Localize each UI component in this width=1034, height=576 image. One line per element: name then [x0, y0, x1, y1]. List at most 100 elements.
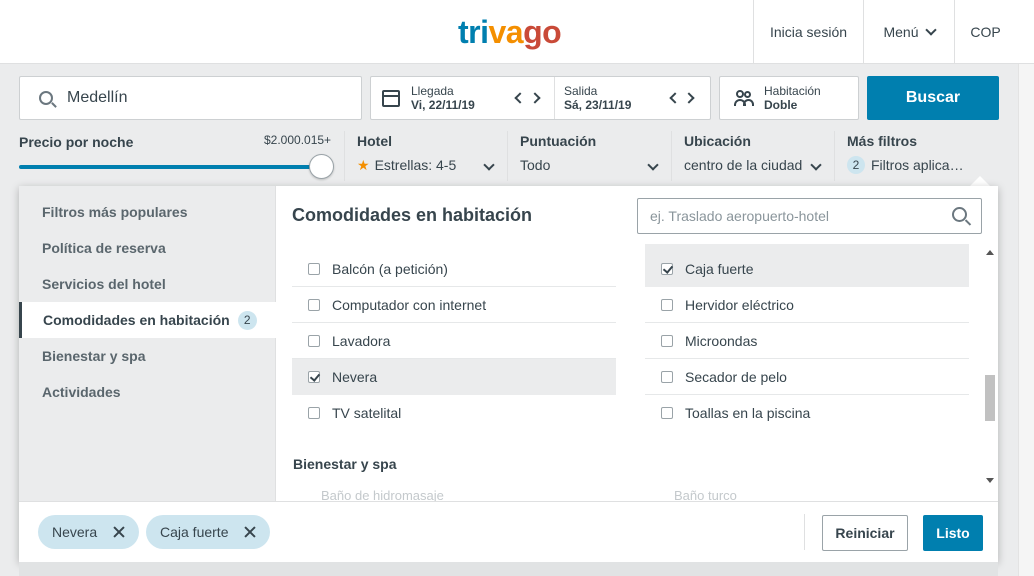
- login-label: Inicia sesión: [769, 23, 848, 40]
- active-filter-chip[interactable]: Caja fuerte: [146, 515, 271, 549]
- selected-count-badge: 2: [237, 310, 257, 330]
- checkout-label: Salida: [564, 84, 598, 98]
- scroll-up-icon[interactable]: [986, 250, 994, 255]
- panel-scrollbar[interactable]: [982, 244, 998, 489]
- top-header: trivago Inicia sesión Menú COP: [0, 0, 1034, 64]
- checkbox[interactable]: [308, 298, 320, 311]
- search-button[interactable]: Buscar: [867, 76, 999, 120]
- results-preview-strip: [19, 562, 998, 576]
- trivago-logo[interactable]: trivago: [458, 14, 562, 51]
- checkbox-checked[interactable]: [308, 371, 320, 383]
- checkbox[interactable]: [308, 262, 320, 275]
- search-button-label: Buscar: [905, 89, 961, 106]
- checkbox[interactable]: [661, 370, 673, 383]
- destination-value: Medellín: [67, 89, 128, 106]
- sidebar-item-activities[interactable]: Actividades: [19, 374, 276, 410]
- sidebar-item-label: Comodidades en habitación: [43, 312, 230, 328]
- sidebar-item-label: Política de reserva: [42, 240, 166, 256]
- panel-footer: Nevera Caja fuerte Reiniciar Listo: [19, 501, 998, 562]
- menu-label: Menú: [883, 23, 919, 40]
- option-fridge[interactable]: Nevera: [292, 359, 616, 395]
- rating-filter[interactable]: Puntuación Todo: [507, 131, 671, 181]
- date-picker[interactable]: Llegada Vi, 22/11/19 Salida Sá, 23/11/19: [370, 76, 711, 120]
- amenity-search-input[interactable]: [650, 208, 940, 224]
- hotel-filter[interactable]: Hotel ★ Estrellas: 4-5: [344, 131, 507, 181]
- sidebar-item-hotel-services[interactable]: Servicios del hotel: [19, 266, 276, 302]
- reset-label: Reiniciar: [835, 525, 895, 541]
- room-value: Doble: [764, 98, 798, 112]
- page-scrollbar[interactable]: [1018, 64, 1034, 576]
- checkout-prev-icon[interactable]: [669, 92, 681, 104]
- option-partially-visible[interactable]: Baño de hidromasaje: [321, 488, 444, 501]
- price-slider-handle[interactable]: [309, 154, 334, 179]
- scroll-down-icon[interactable]: [986, 478, 994, 483]
- price-filter-value: $2.000.015+: [264, 133, 332, 147]
- more-filters[interactable]: Más filtros 2 Filtros aplica…: [834, 131, 998, 181]
- active-filter-chip[interactable]: Nevera: [38, 515, 140, 549]
- option-safe[interactable]: Caja fuerte: [645, 244, 969, 287]
- chevron-down-icon: [924, 23, 937, 36]
- option-label: Nevera: [332, 369, 378, 385]
- reset-button[interactable]: Reiniciar: [822, 515, 908, 551]
- scroll-thumb[interactable]: [985, 375, 995, 421]
- option-satellite-tv[interactable]: TV satelital: [292, 395, 616, 431]
- sidebar-item-popular[interactable]: Filtros más populares: [19, 194, 276, 230]
- location-filter[interactable]: Ubicación centro de la ciudad: [671, 131, 834, 181]
- hotel-filter-title: Hotel: [357, 133, 392, 149]
- checkbox-checked[interactable]: [661, 263, 673, 275]
- chip-label: Nevera: [52, 524, 98, 540]
- checkbox[interactable]: [661, 298, 673, 311]
- room-selector[interactable]: Habitación Doble: [719, 76, 859, 120]
- checkin-field[interactable]: Llegada Vi, 22/11/19: [411, 84, 475, 112]
- sidebar-item-label: Bienestar y spa: [42, 348, 146, 364]
- amenity-search-field[interactable]: [637, 198, 982, 234]
- login-link[interactable]: Inicia sesión: [753, 0, 863, 63]
- option-label: Microondas: [685, 332, 758, 349]
- option-label: Caja fuerte: [685, 261, 754, 277]
- option-hairdryer[interactable]: Secador de pelo: [645, 359, 969, 395]
- option-label: Computador con internet: [332, 296, 487, 313]
- checkbox[interactable]: [308, 407, 320, 419]
- destination-input[interactable]: Medellín: [19, 76, 362, 120]
- sidebar-item-wellness[interactable]: Bienestar y spa: [19, 338, 276, 374]
- sidebar-item-booking-policy[interactable]: Política de reserva: [19, 230, 276, 266]
- sidebar-item-label: Filtros más populares: [42, 204, 188, 220]
- option-label: Hervidor eléctrico: [685, 296, 794, 313]
- checkout-field[interactable]: Salida Sá, 23/11/19: [564, 84, 631, 112]
- price-slider-track[interactable]: [19, 165, 321, 169]
- location-filter-title: Ubicación: [684, 133, 751, 149]
- option-balcony[interactable]: Balcón (a petición): [292, 251, 616, 287]
- option-partially-visible[interactable]: Baño turco: [674, 488, 737, 501]
- option-computer[interactable]: Computador con internet: [292, 287, 616, 323]
- hotel-filter-value: Estrellas: 4-5: [374, 157, 457, 173]
- close-icon[interactable]: [113, 526, 125, 538]
- checkin-prev-icon[interactable]: [514, 92, 526, 104]
- footer-divider: [804, 514, 805, 550]
- menu-button[interactable]: Menú: [863, 0, 954, 63]
- option-kettle[interactable]: Hervidor eléctrico: [645, 287, 969, 323]
- close-icon[interactable]: [244, 526, 256, 538]
- currency-selector[interactable]: COP: [954, 0, 1016, 63]
- sidebar-item-room-amenities[interactable]: Comodidades en habitación 2: [19, 302, 277, 338]
- subsection-heading: Bienestar y spa: [293, 456, 397, 472]
- checkbox[interactable]: [661, 334, 673, 347]
- checkbox[interactable]: [661, 407, 673, 419]
- option-microwave[interactable]: Microondas: [645, 323, 969, 359]
- search-icon[interactable]: [952, 207, 967, 222]
- checkbox[interactable]: [308, 334, 320, 347]
- option-washer[interactable]: Lavadora: [292, 323, 616, 359]
- more-filters-title: Más filtros: [847, 133, 918, 149]
- rating-filter-title: Puntuación: [520, 133, 597, 149]
- checkin-next-icon[interactable]: [529, 92, 541, 104]
- done-button[interactable]: Listo: [923, 515, 983, 551]
- amenity-options: Balcón (a petición) Computador con inter…: [277, 244, 980, 501]
- option-label: Toallas en la piscina: [685, 405, 811, 421]
- option-pool-towels[interactable]: Toallas en la piscina: [645, 395, 969, 431]
- checkout-value: Sá, 23/11/19: [564, 98, 632, 112]
- logo-part-2: va: [488, 14, 524, 50]
- more-filters-panel: Filtros más populares Política de reserv…: [19, 186, 998, 562]
- logo-part-1: tri: [458, 14, 489, 50]
- checkout-next-icon[interactable]: [683, 92, 695, 104]
- date-divider: [554, 77, 555, 119]
- guests-icon: [734, 90, 754, 108]
